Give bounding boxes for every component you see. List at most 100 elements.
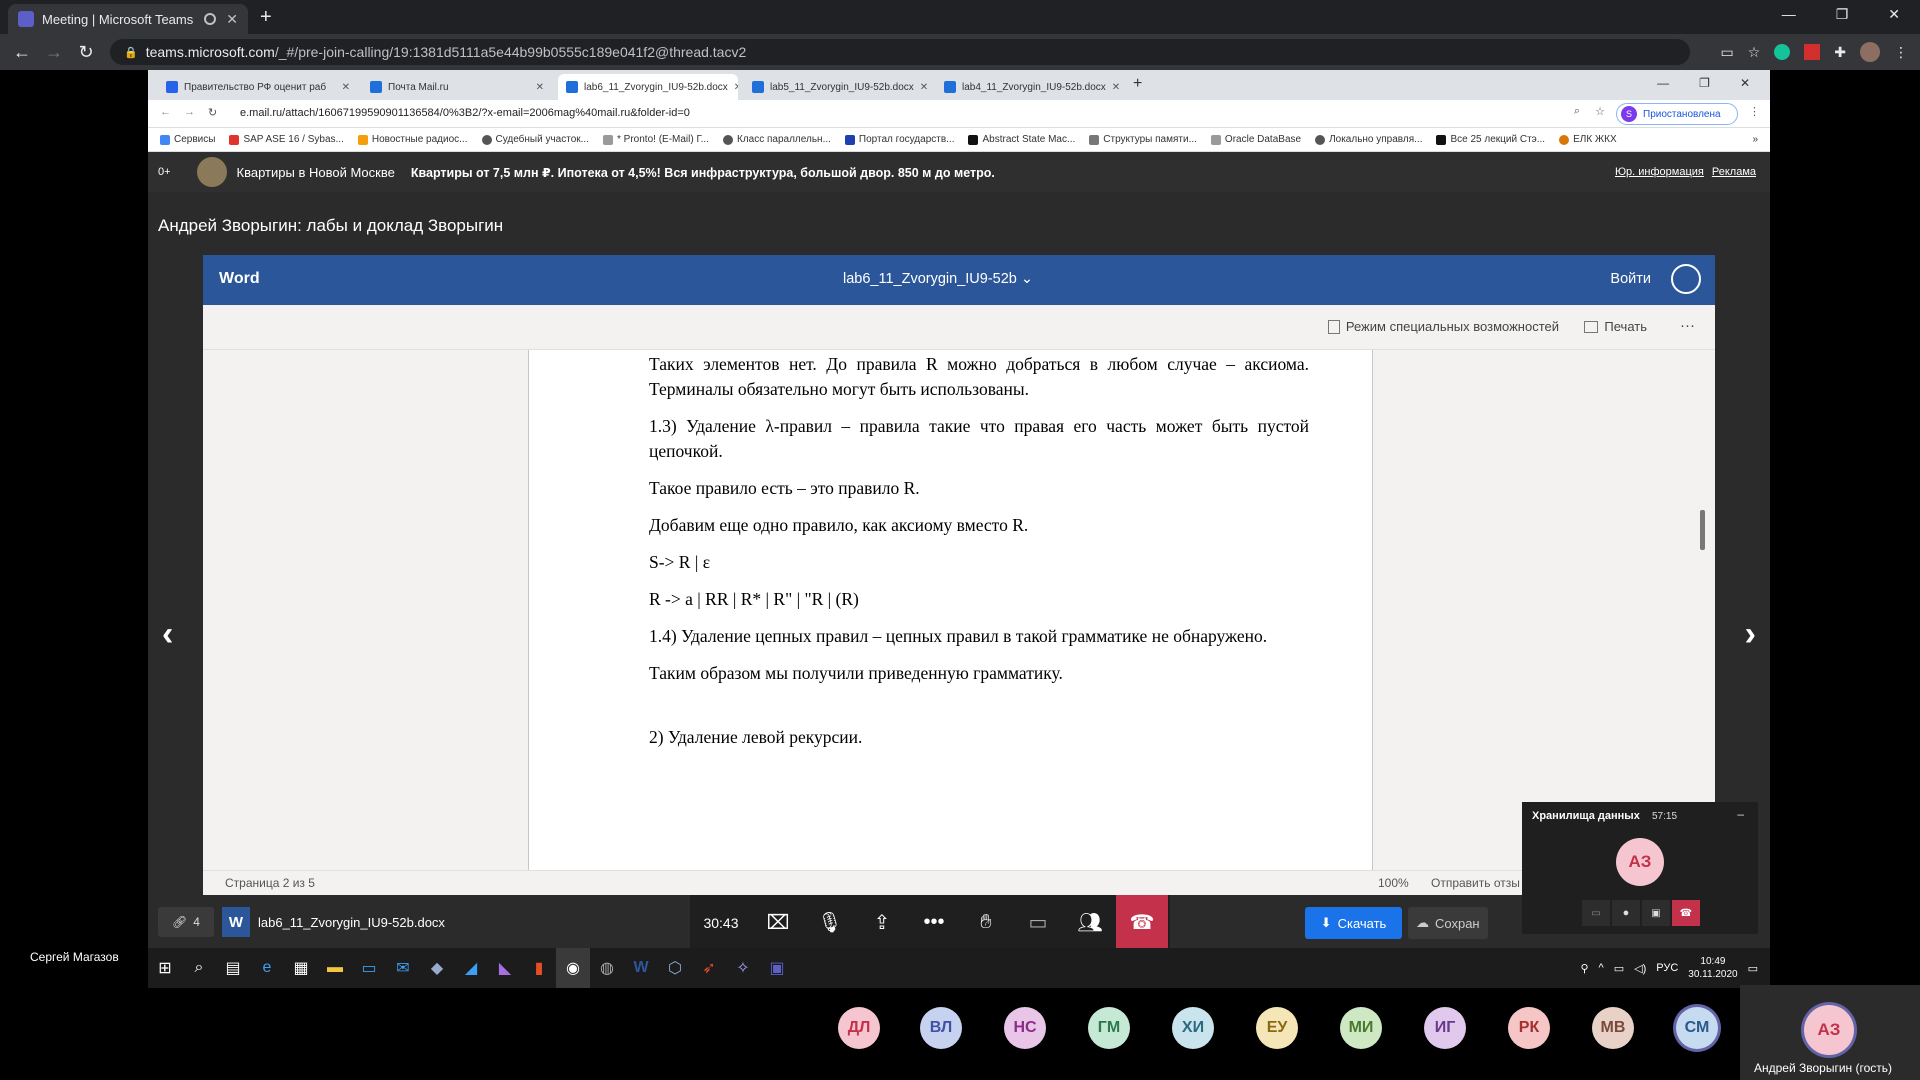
bookmark[interactable]: Локально управля... (1315, 134, 1422, 145)
word-icon[interactable]: W (624, 948, 658, 988)
app-icon[interactable]: ✧ (726, 948, 760, 988)
chevron-up-icon[interactable]: ^ (1599, 962, 1604, 974)
document-canvas[interactable]: Таких элементов нет. До правила R можно … (203, 350, 1715, 870)
forward-icon[interactable]: → (184, 106, 195, 118)
participants-icon[interactable]: 👥︎ (1064, 895, 1116, 950)
print-button[interactable]: Печать (1584, 319, 1647, 334)
camera-icon[interactable]: ▭ (1582, 900, 1610, 926)
file-explorer-icon[interactable]: ▬ (318, 948, 352, 988)
inner-tab[interactable]: Почта Mail.ru ✕ (362, 74, 552, 100)
pdf-icon[interactable] (1804, 44, 1821, 60)
inner-url[interactable]: e.mail.ru/attach/16067199590901136584/0%… (240, 107, 690, 119)
sign-in-link[interactable]: Войти (1610, 271, 1651, 287)
bookmark[interactable]: Все 25 лекций Стэ... (1436, 134, 1545, 145)
next-arrow-icon[interactable]: › (1745, 615, 1756, 654)
zoom-icon[interactable]: ⌕ (1574, 105, 1580, 118)
scrollbar-thumb[interactable] (1700, 510, 1705, 550)
close-icon[interactable]: ✕ (728, 82, 738, 93)
restore-icon[interactable]: ❐ (1836, 6, 1849, 23)
participant-avatar[interactable]: ХИ (1172, 1007, 1214, 1049)
visual-studio-icon[interactable]: ◣ (488, 948, 522, 988)
person-icon[interactable]: ⚲ (1580, 962, 1588, 975)
language-indicator[interactable]: РУС (1656, 962, 1678, 974)
teams-tab[interactable]: Meeting | Microsoft Teams ✕ (8, 4, 248, 34)
profile-avatar[interactable] (1860, 42, 1880, 62)
save-cloud-button[interactable]: ☁ Сохран (1408, 907, 1488, 939)
app-icon[interactable]: ◍ (590, 948, 624, 988)
bookmark[interactable]: SAP ASE 16 / Sybas... (229, 134, 344, 145)
self-video-tile[interactable]: АЗ Андрей Зворыгин (гость) (1740, 985, 1920, 1080)
mic-icon[interactable]: ● (1612, 900, 1640, 926)
app-icon[interactable]: ⬡ (658, 948, 692, 988)
ad-legal-link[interactable]: Юр. информация (1615, 166, 1704, 178)
ad-label-link[interactable]: Реклама (1712, 166, 1756, 178)
participant-avatar[interactable]: МИ (1340, 1007, 1382, 1049)
bookmark[interactable]: Новостные радиос... (357, 134, 468, 145)
app-icon[interactable]: ▭ (352, 948, 386, 988)
reload-icon[interactable]: ↻ (208, 106, 217, 119)
edge-icon[interactable]: e (250, 948, 284, 988)
volume-icon[interactable]: ◁) (1634, 962, 1646, 975)
participant-avatar[interactable]: ДЛ (838, 1007, 880, 1049)
participant-avatar[interactable]: РК (1508, 1007, 1550, 1049)
app-icon[interactable]: ◢ (454, 948, 488, 988)
notifications-icon[interactable]: ▭ (1748, 962, 1758, 975)
ad-banner[interactable]: 0+ Квартиры в Новой Москве Квартиры от 7… (148, 152, 1770, 192)
grammarly-icon[interactable] (1774, 44, 1791, 60)
chat-icon[interactable]: ▭ (1012, 895, 1064, 950)
bookmark[interactable]: ЕЛК ЖКХ (1559, 134, 1617, 145)
more-actions-icon[interactable]: ••• (908, 895, 960, 950)
new-tab-button[interactable]: + (260, 6, 272, 29)
windows-start-icon[interactable]: ⊞ (148, 948, 182, 988)
accessibility-button[interactable]: Режим специальных возможностей (1327, 319, 1559, 334)
bookmark[interactable]: Класс параллельн... (723, 134, 831, 145)
url-field[interactable]: 🔒 teams.microsoft.com/_#/pre-join-callin… (110, 39, 1690, 65)
camera-icon[interactable]: ▭ (1720, 44, 1733, 61)
clock[interactable]: 10:49 30.11.2020 (1688, 955, 1737, 981)
close-window-icon[interactable]: ✕ (1740, 76, 1750, 90)
close-icon[interactable]: ✕ (530, 82, 544, 93)
inner-tab[interactable]: lab4_11_Zvorygin_IU9-52b.docx ✕ (936, 74, 1122, 100)
star-icon[interactable]: ☆ (1595, 105, 1605, 118)
extensions-icon[interactable]: ✚ (1834, 44, 1846, 61)
app-icon[interactable]: ◆ (420, 948, 454, 988)
share-icon[interactable]: ▣ (1642, 900, 1670, 926)
restore-icon[interactable]: ❐ (1699, 76, 1710, 90)
close-window-icon[interactable]: ✕ (1888, 6, 1900, 23)
bookmark[interactable]: Структуры памяти... (1089, 134, 1197, 145)
bookmark[interactable]: Oracle DataBase (1210, 134, 1301, 145)
user-icon[interactable] (1671, 264, 1701, 294)
app-icon[interactable]: ➶ (692, 948, 726, 988)
bookmark[interactable]: Судебный участок... (481, 134, 589, 145)
minimize-icon[interactable]: — (1782, 6, 1796, 23)
participant-avatar[interactable]: ВЛ (920, 1007, 962, 1049)
search-icon[interactable]: ⌕ (182, 948, 216, 988)
zoom-level[interactable]: 100% (1378, 876, 1409, 890)
participant-avatar[interactable]: ЕУ (1256, 1007, 1298, 1049)
doc-title[interactable]: lab6_11_Zvorygin_IU9-52b ⌄ (843, 271, 1033, 287)
paused-badge[interactable]: S Приостановлена (1616, 103, 1738, 125)
participant-avatar[interactable]: МВ (1592, 1007, 1634, 1049)
bookmark[interactable]: Сервисы (160, 134, 215, 145)
chrome-icon[interactable]: ◉ (556, 948, 590, 988)
new-tab-icon[interactable]: + (1133, 75, 1142, 93)
feedback-link[interactable]: Отправить отзы (1431, 876, 1520, 890)
network-icon[interactable]: ▭ (1614, 962, 1624, 975)
mini-meeting-window[interactable]: Хранилища данных 57:15 – АЗ ▭ ● ▣ ☎︎ (1522, 802, 1758, 934)
teams-icon[interactable]: ▣ (760, 948, 794, 988)
inner-tab-active[interactable]: lab6_11_Zvorygin_IU9-52b.docx ✕ (558, 74, 738, 100)
minimize-icon[interactable]: — (1657, 76, 1669, 90)
participant-avatar[interactable]: ИГ (1424, 1007, 1466, 1049)
raise-hand-icon[interactable]: ✋︎ (960, 895, 1012, 950)
attachments-count-button[interactable]: 🔗︎ 4 (158, 907, 214, 937)
back-icon[interactable]: ← (160, 106, 171, 118)
forward-icon[interactable]: → (42, 40, 66, 64)
download-button[interactable]: ⬇ Скачать (1305, 907, 1402, 939)
bookmark[interactable]: Портал государств... (844, 134, 954, 145)
store-icon[interactable]: ▦ (284, 948, 318, 988)
menu-icon[interactable]: ⋮ (1894, 44, 1908, 61)
star-icon[interactable]: ☆ (1748, 44, 1761, 61)
inner-tab[interactable]: lab5_11_Zvorygin_IU9-52b.docx ✕ (744, 74, 930, 100)
camera-off-icon[interactable]: ⌧ (752, 895, 804, 950)
mic-off-icon[interactable]: 🎙︎ (804, 895, 856, 950)
